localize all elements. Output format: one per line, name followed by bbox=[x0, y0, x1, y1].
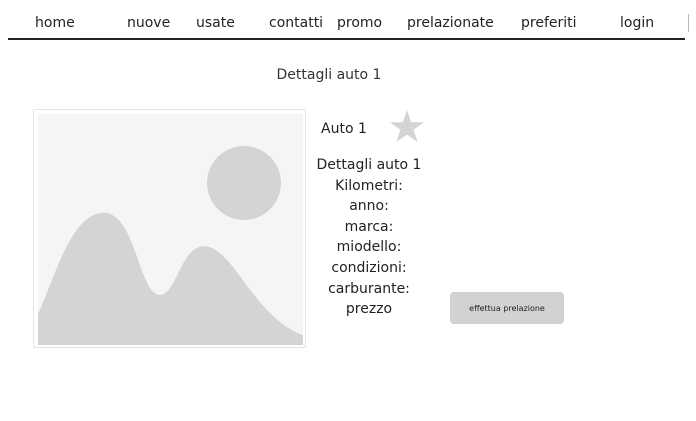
reserve-button[interactable]: effettua prelazione bbox=[450, 292, 564, 324]
nav-promo[interactable]: promo bbox=[337, 15, 382, 31]
details-heading: Dettagli auto 1 bbox=[316, 157, 422, 173]
nav-nuove[interactable]: nuove bbox=[127, 15, 170, 31]
star-icon[interactable] bbox=[388, 108, 426, 146]
nav-preferiti[interactable]: preferiti bbox=[521, 15, 577, 31]
detail-modello: miodello: bbox=[336, 239, 402, 256]
detail-prezzo: prezzo bbox=[345, 301, 393, 318]
nav-divider bbox=[688, 14, 689, 32]
car-image bbox=[33, 109, 306, 348]
detail-condizioni: condizioni: bbox=[331, 259, 407, 276]
detail-marca: marca: bbox=[344, 218, 394, 235]
nav-login[interactable]: login bbox=[620, 15, 654, 31]
nav-home[interactable]: home bbox=[35, 15, 75, 31]
detail-carburante: carburante: bbox=[328, 280, 410, 297]
nav-usate[interactable]: usate bbox=[196, 15, 235, 31]
detail-anno: anno: bbox=[349, 198, 389, 215]
detail-kilometri: Kilometri: bbox=[335, 177, 403, 194]
car-details: Dettagli auto 1 Kilometri: anno: marca: … bbox=[309, 155, 429, 320]
image-placeholder-icon bbox=[38, 114, 303, 345]
nav-prelazionate[interactable]: prelazionate bbox=[407, 15, 494, 31]
page-title: Dettagli auto 1 bbox=[276, 67, 382, 83]
car-name: Auto 1 bbox=[321, 121, 367, 137]
top-nav: home nuove usate contatti promo prelazio… bbox=[8, 0, 689, 40]
nav-contatti[interactable]: contatti bbox=[269, 15, 323, 31]
